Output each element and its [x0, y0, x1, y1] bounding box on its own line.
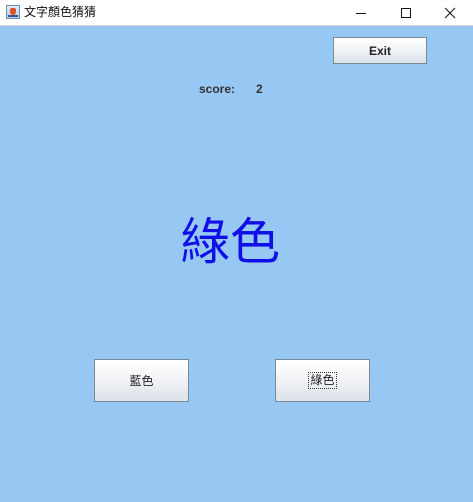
- game-panel: Exit score: 2 綠色 藍色 綠色: [0, 26, 473, 502]
- maximize-button[interactable]: [384, 0, 428, 26]
- exit-button-label: Exit: [368, 43, 391, 58]
- choice-button-blue[interactable]: 藍色: [94, 359, 189, 402]
- minimize-button[interactable]: [339, 0, 383, 26]
- maximize-icon: [401, 8, 411, 18]
- title-bar[interactable]: 文字顏色猜猜: [0, 0, 473, 26]
- color-word: 綠色: [180, 213, 280, 271]
- choice-button-label: 藍色: [129, 374, 154, 388]
- score-label: score:: [199, 82, 236, 96]
- close-button[interactable]: [428, 0, 472, 26]
- choice-button-green[interactable]: 綠色: [275, 359, 370, 402]
- java-cup-icon: [6, 5, 20, 19]
- window-title: 文字顏色猜猜: [24, 5, 97, 19]
- close-icon: [444, 7, 456, 19]
- minimize-icon: [356, 13, 366, 14]
- choice-button-label: 綠色: [308, 372, 337, 389]
- app-window: 文字顏色猜猜 Exit score: 2 綠色 藍色 綠色: [0, 0, 473, 502]
- exit-button[interactable]: Exit: [333, 37, 427, 64]
- score-value: 2: [256, 82, 263, 96]
